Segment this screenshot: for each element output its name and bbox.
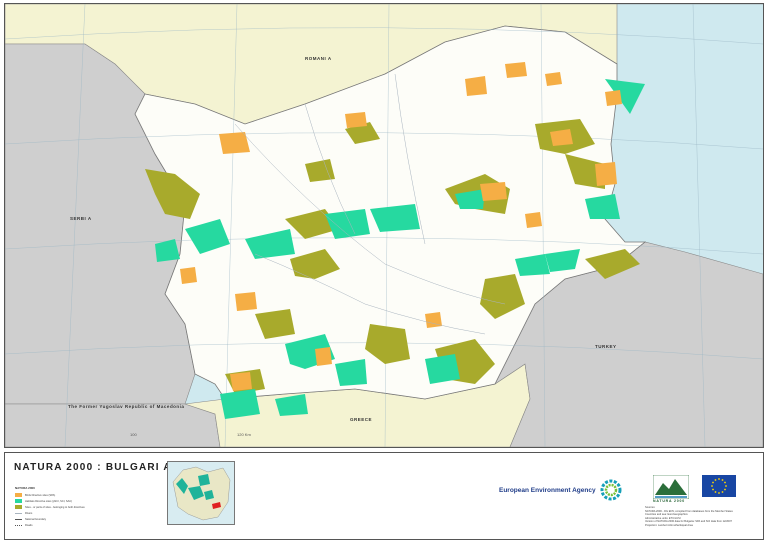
roads-swatch [15, 524, 22, 526]
greece-label: GREECE [350, 417, 373, 422]
europe-inset-map [167, 461, 235, 525]
natura-2000-logo [653, 475, 689, 499]
turkey-label: TURKEY [595, 344, 617, 349]
boundary-swatch [15, 518, 22, 520]
eea-name: European Environment Agency [499, 486, 596, 494]
legend-label: Roads [25, 523, 33, 527]
habitats-swatch [15, 499, 22, 503]
map-footer: NATURA 2000 : BULGARI A NATURA 2000 Bird… [4, 452, 764, 540]
eea-emblem-icon [600, 479, 622, 501]
natura-logo-text: NATURA 2000 [653, 499, 685, 503]
legend-label: National boundary [25, 517, 47, 521]
legend-label: Sites - or parts of sites - belonging to… [25, 505, 85, 509]
natura-map[interactable] [5, 4, 763, 447]
scale-label-left: 100 [130, 432, 137, 437]
eea-logo: European Environment Agency [499, 479, 622, 501]
macedonia-area [5, 403, 221, 447]
map-notes: Sources: NATURA 2000 - DG ENV, compiled … [645, 506, 757, 528]
scale-label-right: 120 Km [237, 432, 251, 437]
legend-title: NATURA 2000 [15, 486, 35, 490]
macedonia-label: The Former Yugoslav Republic of Macedoni… [68, 404, 185, 409]
birds-swatch [15, 493, 22, 497]
serbia-label: SERBI A [70, 216, 92, 221]
note-line: Projection: Lambert Azimuthal Equal Area [645, 523, 693, 527]
map-title: NATURA 2000 : BULGARI A [14, 462, 172, 473]
river-swatch [15, 512, 22, 514]
both-swatch [15, 505, 22, 509]
eu-flag-icon [702, 475, 736, 497]
legend: NATURA 2000 Birds Directive sites (SPA) … [15, 486, 101, 528]
legend-label: Birds Directive sites (SPA) [25, 493, 56, 497]
legend-label: Habitats Directive sites (pSCI, SCI, SAC… [25, 499, 73, 503]
romania-label: ROMANI A [305, 56, 332, 61]
legend-item: Roads [15, 522, 101, 528]
map-frame[interactable]: ROMANI A SERBI A TURKEY The Former Yugos… [4, 3, 764, 448]
legend-label: Rivers [25, 511, 33, 515]
europe-inset-svg [172, 466, 231, 521]
